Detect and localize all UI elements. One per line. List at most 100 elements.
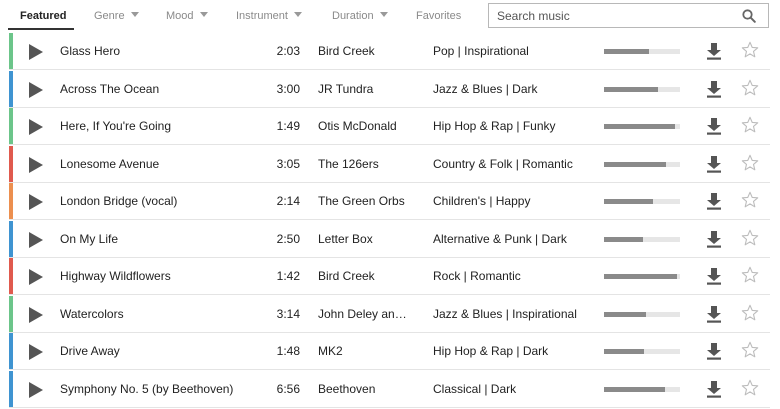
track-genre-mood: Jazz & Blues | Dark [433, 82, 538, 96]
track-row[interactable]: Glass Hero 2:03 Bird Creek Pop | Inspiratio… [9, 33, 770, 70]
track-duration: 1:42 [276, 269, 300, 283]
download-icon[interactable] [706, 43, 722, 60]
star-outline-icon[interactable] [741, 304, 759, 322]
track-level-bar [604, 312, 680, 317]
genre-color-stripe [9, 296, 13, 332]
track-duration: 2:14 [276, 194, 300, 208]
track-row[interactable]: Watercolors 3:14 John Deley an… Jazz & Blue… [9, 296, 770, 333]
tab-genre-label: Genre [94, 10, 125, 22]
play-icon[interactable] [29, 382, 43, 398]
track-title: On My Life [60, 232, 119, 246]
star-outline-icon[interactable] [741, 379, 759, 397]
track-row[interactable]: Lonesome Avenue 3:05 The 126ers Country & F… [9, 146, 770, 183]
download-icon[interactable] [706, 81, 722, 98]
track-artist: The Green Orbs [318, 194, 405, 208]
genre-color-stripe [9, 333, 13, 369]
play-icon[interactable] [29, 344, 43, 360]
download-icon[interactable] [706, 231, 722, 248]
star-outline-icon[interactable] [741, 41, 759, 59]
track-duration: 6:56 [276, 382, 300, 396]
track-artist: Bird Creek [318, 44, 375, 58]
download-icon[interactable] [706, 381, 722, 398]
track-genre-mood: Country & Folk | Romantic [433, 157, 573, 171]
track-level-bar [604, 237, 680, 242]
track-row[interactable]: On My Life 2:50 Letter Box Alternative & Pu… [9, 221, 770, 258]
genre-color-stripe [9, 221, 13, 257]
track-duration: 2:50 [276, 232, 300, 246]
track-title: Symphony No. 5 (by Beethoven) [60, 382, 234, 396]
track-row[interactable]: Symphony No. 5 (by Beethoven) 6:56 Beethov… [9, 371, 770, 408]
track-row[interactable]: Here, If You're Going 1:49 Otis McDonald Hi… [9, 108, 770, 145]
genre-color-stripe [9, 371, 13, 407]
track-title: Watercolors [60, 307, 124, 321]
star-outline-icon[interactable] [741, 154, 759, 172]
play-icon[interactable] [29, 119, 43, 135]
chevron-down-icon [293, 12, 302, 17]
tab-duration[interactable]: Duration [332, 9, 388, 23]
star-outline-icon[interactable] [741, 79, 759, 97]
play-icon[interactable] [29, 44, 43, 60]
track-row[interactable]: Across The Ocean 3:00 JR Tundra Jazz & Blue… [9, 71, 770, 108]
genre-color-stripe [9, 183, 13, 219]
tab-instrument[interactable]: Instrument [236, 9, 302, 23]
track-level-fill [604, 349, 645, 354]
track-genre-mood: Hip Hop & Rap | Funky [433, 119, 556, 133]
track-level-fill [604, 49, 649, 54]
chevron-down-icon [199, 12, 208, 17]
track-level-bar [604, 349, 680, 354]
chevron-down-icon [379, 12, 388, 17]
track-row[interactable]: London Bridge (vocal) 2:14 The Green Orbs C… [9, 183, 770, 220]
track-duration: 3:14 [276, 307, 300, 321]
download-icon[interactable] [706, 268, 722, 285]
track-level-fill [604, 387, 665, 392]
track-level-bar [604, 87, 680, 92]
download-icon[interactable] [706, 306, 722, 323]
tab-mood[interactable]: Mood [166, 9, 208, 23]
tab-featured[interactable]: Featured [20, 9, 66, 23]
genre-color-stripe [9, 33, 13, 69]
tab-mood-label: Mood [166, 10, 194, 22]
star-outline-icon[interactable] [741, 266, 759, 284]
play-icon[interactable] [29, 307, 43, 323]
active-tab-indicator [8, 28, 74, 30]
track-genre-mood: Alternative & Punk | Dark [433, 232, 567, 246]
tab-genre[interactable]: Genre [94, 9, 139, 23]
track-level-fill [604, 87, 658, 92]
star-outline-icon[interactable] [741, 191, 759, 209]
track-title: London Bridge (vocal) [60, 194, 178, 208]
genre-color-stripe [9, 71, 13, 107]
track-duration: 1:48 [276, 344, 300, 358]
track-duration: 3:00 [276, 82, 300, 96]
tab-favorites[interactable]: Favorites [416, 9, 461, 23]
star-outline-icon[interactable] [741, 229, 759, 247]
star-outline-icon[interactable] [741, 341, 759, 359]
track-title: Drive Away [60, 344, 120, 358]
track-level-fill [604, 199, 653, 204]
track-artist: Bird Creek [318, 269, 375, 283]
play-icon[interactable] [29, 157, 43, 173]
track-row[interactable]: Highway Wildflowers 1:42 Bird Creek Rock | … [9, 258, 770, 295]
track-level-bar [604, 49, 680, 54]
track-artist: John Deley an… [318, 307, 407, 321]
search-input[interactable] [497, 8, 727, 24]
tab-instrument-label: Instrument [236, 10, 288, 22]
toolbar: Featured Genre Mood Instrument Duration … [0, 0, 780, 34]
track-row[interactable]: Drive Away 1:48 MK2 Hip Hop & Rap | Dark [9, 333, 770, 370]
star-outline-icon[interactable] [741, 116, 759, 134]
download-icon[interactable] [706, 193, 722, 210]
track-title: Highway Wildflowers [60, 269, 171, 283]
track-level-bar [604, 199, 680, 204]
track-genre-mood: Jazz & Blues | Inspirational [433, 307, 577, 321]
chevron-down-icon [130, 12, 139, 17]
track-genre-mood: Hip Hop & Rap | Dark [433, 344, 549, 358]
track-title: Across The Ocean [60, 82, 160, 96]
play-icon[interactable] [29, 82, 43, 98]
download-icon[interactable] [706, 343, 722, 360]
play-icon[interactable] [29, 269, 43, 285]
download-icon[interactable] [706, 118, 722, 135]
search-icon[interactable] [742, 9, 756, 23]
download-icon[interactable] [706, 156, 722, 173]
play-icon[interactable] [29, 232, 43, 248]
track-title: Lonesome Avenue [60, 157, 160, 171]
play-icon[interactable] [29, 194, 43, 210]
